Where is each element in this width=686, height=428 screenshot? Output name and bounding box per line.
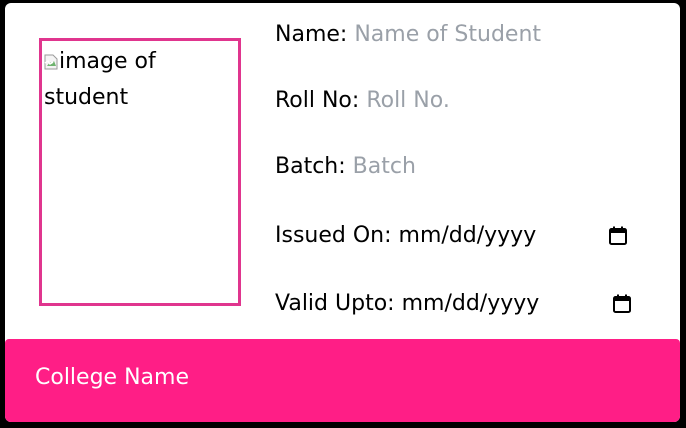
batch-input[interactable]: Batch xyxy=(353,154,416,179)
broken-image-icon xyxy=(44,46,58,70)
calendar-icon[interactable] xyxy=(608,226,628,246)
valid-field[interactable]: Valid Upto: mm/dd/yyyy xyxy=(275,291,539,316)
roll-field[interactable]: Roll No: Roll No. xyxy=(275,88,450,113)
student-photo-alt-text: image of student xyxy=(44,44,234,116)
valid-label: Valid Upto: xyxy=(275,291,395,316)
issued-date-input[interactable]: mm/dd/yyyy xyxy=(399,223,537,248)
college-footer: College Name xyxy=(5,339,680,422)
name-input[interactable]: Name of Student xyxy=(354,22,541,47)
roll-label: Roll No: xyxy=(275,88,360,113)
batch-field[interactable]: Batch: Batch xyxy=(275,154,416,179)
valid-date-input[interactable]: mm/dd/yyyy xyxy=(402,291,540,316)
student-photo: image of student xyxy=(39,38,241,306)
id-card: image of student Name: Name of Student R… xyxy=(5,3,680,422)
issued-field[interactable]: Issued On: mm/dd/yyyy xyxy=(275,223,536,248)
college-name: College Name xyxy=(35,365,189,390)
calendar-icon[interactable] xyxy=(612,294,632,314)
batch-label: Batch: xyxy=(275,154,346,179)
issued-label: Issued On: xyxy=(275,223,392,248)
name-label: Name: xyxy=(275,22,348,47)
roll-input[interactable]: Roll No. xyxy=(366,88,450,113)
name-field[interactable]: Name: Name of Student xyxy=(275,22,541,47)
